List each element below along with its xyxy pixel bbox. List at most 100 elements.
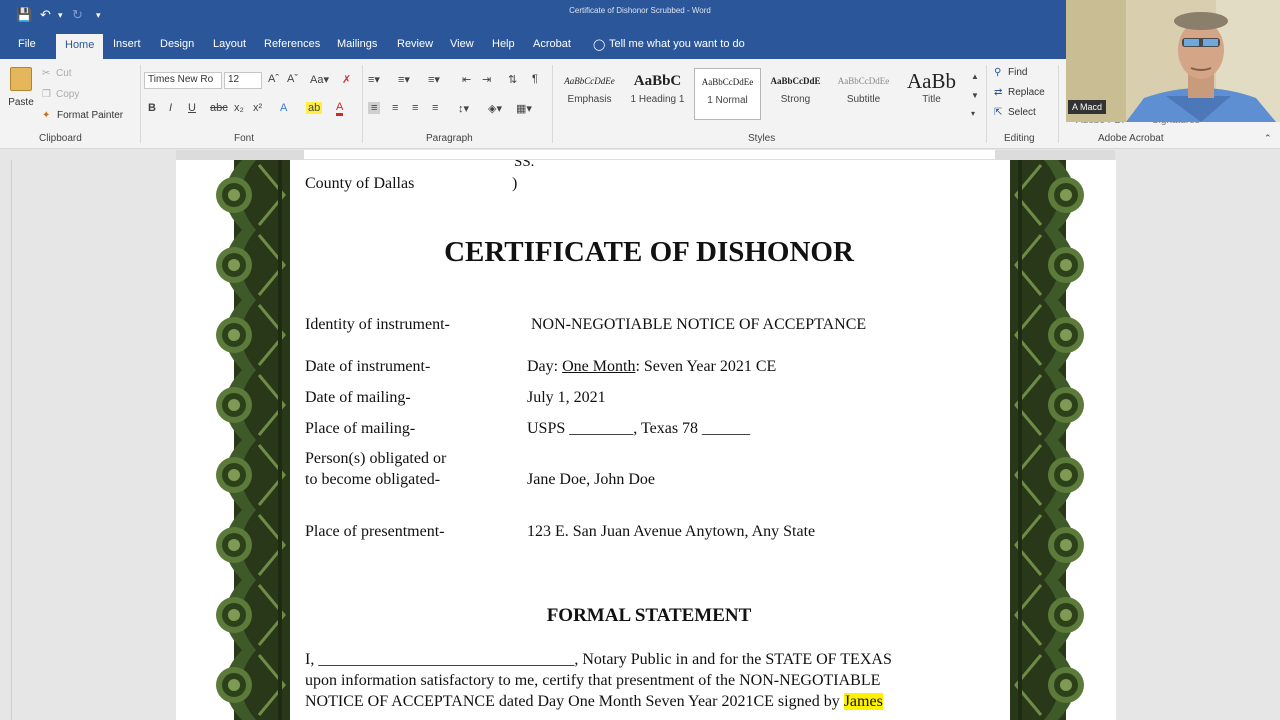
style-preview: AaBb bbox=[907, 69, 956, 93]
cut-button[interactable]: Cut bbox=[56, 68, 72, 79]
style-heading-1[interactable]: AaBbC 1 Heading 1 bbox=[624, 68, 691, 120]
style-name: Subtitle bbox=[846, 94, 881, 105]
style-name: 1 Normal bbox=[707, 95, 748, 106]
tab-references[interactable]: References bbox=[264, 38, 320, 50]
tab-file[interactable]: File bbox=[18, 38, 36, 50]
increase-indent-icon[interactable]: ⇥ bbox=[482, 73, 491, 86]
bold-icon[interactable]: B bbox=[148, 102, 156, 114]
body-line: I, ________________________________, Not… bbox=[305, 651, 892, 668]
cut-icon: ✂ bbox=[42, 68, 51, 79]
field-label: to become obligated- bbox=[305, 471, 441, 488]
clear-formatting-icon[interactable]: ✗ bbox=[342, 73, 351, 86]
shading-icon[interactable]: ◈▾ bbox=[488, 102, 502, 115]
borders-icon[interactable]: ▦▾ bbox=[516, 102, 532, 115]
clipboard-icon bbox=[10, 67, 32, 91]
change-case-icon[interactable]: Aa▾ bbox=[310, 73, 329, 86]
style-subtitle[interactable]: AaBbCcDdEe Subtitle bbox=[830, 68, 897, 120]
editing-group-label: Editing bbox=[1004, 133, 1035, 144]
clipboard-group-label: Clipboard bbox=[39, 133, 82, 144]
sort-icon[interactable]: ⇅ bbox=[508, 73, 517, 86]
field-value: Day: One Month: Seven Year 2021 CE bbox=[527, 358, 776, 376]
italic-icon[interactable]: I bbox=[169, 102, 172, 114]
style-strong[interactable]: AaBbCcDdE Strong bbox=[762, 68, 829, 120]
copy-button[interactable]: Copy bbox=[56, 89, 79, 100]
strikethrough-icon[interactable]: abc bbox=[210, 102, 228, 114]
tab-home[interactable]: Home bbox=[56, 34, 104, 59]
field-label: Date of mailing- bbox=[305, 389, 411, 406]
ruler-right-margin bbox=[995, 150, 1115, 160]
font-size-box[interactable]: 12 bbox=[224, 72, 262, 89]
field-value-part: : Seven Year 2021 CE bbox=[635, 358, 777, 375]
styles-scroll-up-icon[interactable]: ▲ bbox=[971, 72, 979, 81]
style-preview: AaBbC bbox=[633, 73, 682, 89]
find-icon: ⚲ bbox=[994, 67, 1002, 78]
shrink-font-icon[interactable]: Aˇ bbox=[287, 73, 298, 85]
field-value-underlined: One Month bbox=[562, 358, 636, 375]
field-value: July 1, 2021 bbox=[527, 389, 606, 406]
show-marks-icon[interactable]: ¶ bbox=[532, 73, 538, 85]
highlight-icon[interactable]: ab bbox=[306, 102, 323, 114]
grow-font-icon[interactable]: Aˆ bbox=[268, 73, 279, 85]
superscript-icon[interactable]: x² bbox=[253, 102, 262, 114]
underline-icon[interactable]: U bbox=[188, 102, 196, 114]
tell-me-search[interactable]: Tell me what you want to do bbox=[609, 38, 745, 50]
style-preview: AaBbCcDdEe bbox=[701, 77, 754, 87]
style-preview: AaBbCcDdEe bbox=[564, 76, 615, 86]
body-line: upon information satisfactory to me, cer… bbox=[305, 672, 881, 689]
tab-mailings[interactable]: Mailings bbox=[337, 38, 377, 50]
line-spacing-icon[interactable]: ↕▾ bbox=[458, 102, 469, 115]
font-color-icon[interactable]: A bbox=[336, 102, 344, 116]
doc-ss: SS. bbox=[514, 160, 535, 170]
bullets-icon[interactable]: ≡▾ bbox=[368, 73, 380, 86]
doc-paren: ) bbox=[512, 175, 518, 192]
find-button[interactable]: Find bbox=[1008, 67, 1027, 78]
tab-layout[interactable]: Layout bbox=[213, 38, 246, 50]
field-value-part: Day: bbox=[527, 358, 563, 375]
replace-icon: ⇄ bbox=[994, 87, 1003, 98]
document-page[interactable]: SS. County of Dallas ) CERTIFICATE OF DI… bbox=[176, 160, 1116, 720]
style-emphasis[interactable]: AaBbCcDdEe Emphasis bbox=[556, 68, 623, 120]
acrobat-group-label: Adobe Acrobat bbox=[1098, 133, 1164, 144]
style-title[interactable]: AaBb Title bbox=[898, 68, 965, 120]
style-name: 1 Heading 1 bbox=[630, 94, 685, 105]
tab-review[interactable]: Review bbox=[397, 38, 433, 50]
replace-button[interactable]: Replace bbox=[1008, 87, 1045, 98]
field-label: Place of mailing- bbox=[305, 420, 416, 437]
tab-acrobat[interactable]: Acrobat bbox=[533, 38, 571, 50]
font-group-label: Font bbox=[234, 133, 255, 144]
tab-view[interactable]: View bbox=[450, 38, 474, 50]
style-normal[interactable]: AaBbCcDdEe 1 Normal bbox=[694, 68, 761, 120]
tab-help[interactable]: Help bbox=[492, 38, 515, 50]
format-painter-icon: ✦ bbox=[42, 110, 51, 121]
ruler-left-margin bbox=[176, 150, 304, 160]
align-center-icon[interactable]: ≡ bbox=[392, 102, 398, 114]
field-value: USPS ________, Texas 78 ______ bbox=[527, 420, 751, 437]
styles-scroll-down-icon[interactable]: ▼ bbox=[971, 91, 979, 100]
paste-label: Paste bbox=[8, 97, 34, 108]
text-effects-icon[interactable]: A bbox=[280, 102, 287, 114]
tab-insert[interactable]: Insert bbox=[113, 38, 141, 50]
align-left-icon[interactable]: ≡ bbox=[368, 102, 381, 114]
format-painter-button[interactable]: Format Painter bbox=[57, 110, 123, 121]
field-label: Identity of instrument- bbox=[305, 316, 450, 333]
styles-more-icon[interactable]: ▾ bbox=[971, 109, 975, 118]
styles-group-label: Styles bbox=[748, 133, 776, 144]
lightbulb-icon: ◯ bbox=[593, 39, 606, 51]
vertical-ruler[interactable] bbox=[0, 160, 12, 720]
field-label: Date of instrument- bbox=[305, 358, 431, 375]
multilevel-list-icon[interactable]: ≡▾ bbox=[428, 73, 440, 86]
collapse-ribbon-icon[interactable]: ⌃ bbox=[1264, 133, 1272, 144]
tab-design[interactable]: Design bbox=[160, 38, 194, 50]
font-name-box[interactable]: Times New Ro bbox=[144, 72, 222, 89]
numbering-icon[interactable]: ≡▾ bbox=[398, 73, 410, 86]
justify-icon[interactable]: ≡ bbox=[432, 102, 438, 114]
style-name: Title bbox=[922, 94, 941, 105]
select-button[interactable]: Select bbox=[1008, 107, 1036, 118]
body-text: NOTICE OF ACCEPTANCE dated Day One Month… bbox=[305, 693, 844, 710]
doc-title: CERTIFICATE OF DISHONOR bbox=[444, 236, 854, 268]
subscript-icon[interactable]: x₂ bbox=[234, 102, 244, 114]
align-right-icon[interactable]: ≡ bbox=[412, 102, 418, 114]
decrease-indent-icon[interactable]: ⇤ bbox=[462, 73, 471, 86]
select-icon: ⇱ bbox=[994, 107, 1003, 118]
paste-button[interactable]: Paste bbox=[6, 67, 36, 127]
